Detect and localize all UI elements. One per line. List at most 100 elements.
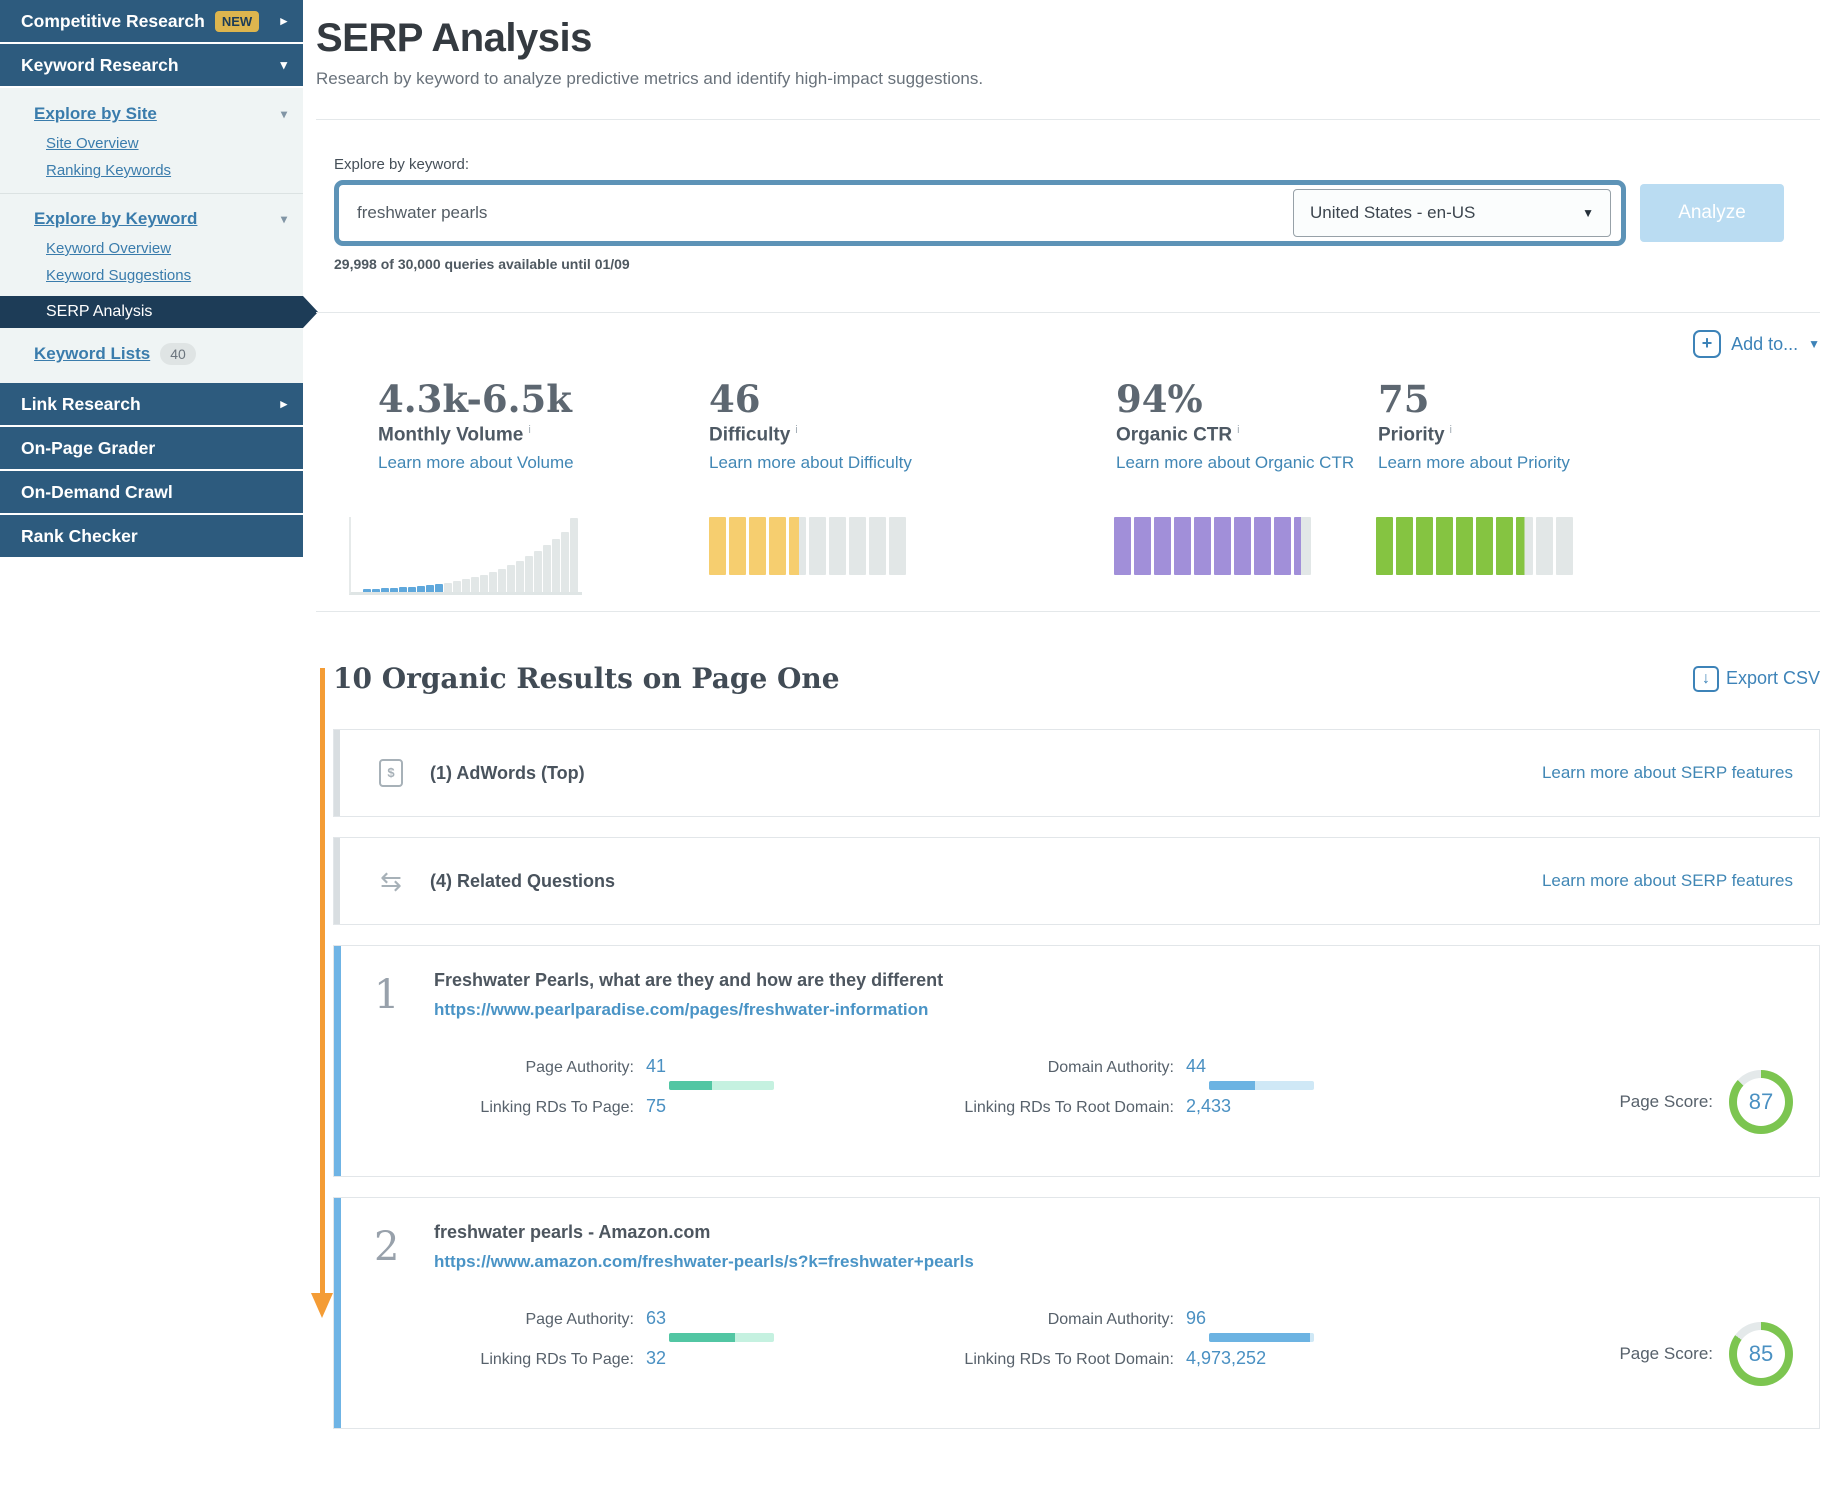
sidebar-item-serp-analysis-selected[interactable]: SERP Analysis (0, 296, 318, 328)
page-authority-bar (669, 1333, 774, 1342)
sidebar-item-keyword-research[interactable]: Keyword Research ▾ (0, 44, 303, 86)
info-icon[interactable]: i (528, 424, 530, 436)
add-to-row: + Add to... ▼ (316, 327, 1820, 361)
keyword-input[interactable] (357, 203, 1257, 223)
chevron-down-icon[interactable]: ▼ (1808, 337, 1820, 351)
chevron-right-icon: ▸ (280, 13, 287, 28)
chevron-down-icon[interactable]: ▾ (281, 212, 287, 226)
export-csv-label: Export CSV (1725, 668, 1820, 688)
sidebar-item-keyword-lists[interactable]: Keyword Lists 40 (0, 335, 303, 369)
domain-authority-label: Domain Authority: (1047, 1059, 1174, 1076)
sidebar-item-link-research[interactable]: Link Research ▸ (0, 383, 303, 425)
sidebar-item-ranking-keywords[interactable]: Ranking Keywords (0, 157, 303, 184)
divider (0, 193, 303, 194)
locale-selected-value: United States - en-US (1310, 203, 1476, 222)
explore-by-keyword-link[interactable]: Explore by Keyword (34, 209, 197, 229)
sidebar: Competitive Research NEW ▸ Keyword Resea… (0, 0, 318, 559)
learn-more-organic-ctr-link[interactable]: Learn more about Organic CTR (1116, 453, 1354, 473)
metric-monthly-volume: 4.3k-6.5k Monthly Volume i Learn more abo… (378, 377, 574, 473)
serp-analysis-label: SERP Analysis (46, 303, 153, 320)
difficulty-meter (709, 517, 906, 575)
results-header: 10 Organic Results on Page One ↓ Export … (333, 662, 1820, 695)
learn-more-serp-features-link[interactable]: Learn more about SERP features (1542, 871, 1793, 891)
page-score-gauge: 87 (1729, 1070, 1793, 1134)
metric-label: Difficulty i (709, 424, 798, 446)
result-rank: 2 (374, 1224, 400, 1270)
adwords-dollar-icon: $ (374, 759, 408, 787)
related-questions-arrows-icon: ⇆ (380, 865, 402, 896)
results-heading: 10 Organic Results on Page One (333, 662, 840, 695)
chevron-right-icon: ▸ (280, 396, 287, 411)
domain-authority-column: Domain Authority: 96 Linking RDs To Root … (874, 1308, 1374, 1369)
page-title: SERP Analysis (316, 16, 592, 60)
learn-more-volume-link[interactable]: Learn more about Volume (378, 453, 574, 473)
learn-more-difficulty-link[interactable]: Learn more about Difficulty (709, 453, 912, 473)
serp-feature-adwords-row: $ (1) AdWords (Top) Learn more about SER… (333, 729, 1820, 817)
analyze-button[interactable]: Analyze (1640, 184, 1784, 242)
chevron-down-icon: ▼ (1582, 206, 1594, 220)
learn-more-priority-link[interactable]: Learn more about Priority (1378, 453, 1570, 473)
add-to-button[interactable]: Add to... (1731, 334, 1798, 355)
sidebar-item-label: On-Page Grader (21, 437, 156, 458)
sidebar-item-site-overview[interactable]: Site Overview (0, 130, 303, 157)
domain-authority-column: Domain Authority: 44 Linking RDs To Root … (874, 1056, 1374, 1117)
page-authority-label: Page Authority: (525, 1311, 634, 1328)
sidebar-item-explore-by-keyword[interactable]: Explore by Keyword ▾ (0, 203, 303, 235)
sidebar-item-label: Link Research (21, 393, 141, 414)
page-score-value: 85 (1737, 1330, 1785, 1378)
linking-rds-root-label: Linking RDs To Root Domain: (964, 1351, 1174, 1368)
linking-rds-page-label: Linking RDs To Page: (480, 1351, 634, 1368)
metric-label: Monthly Volume i (378, 424, 531, 446)
info-icon[interactable]: i (1450, 424, 1452, 436)
sidebar-item-keyword-overview[interactable]: Keyword Overview (0, 235, 303, 262)
sidebar-item-on-page-grader[interactable]: On-Page Grader (0, 427, 303, 469)
organic-results-section: 10 Organic Results on Page One ↓ Export … (333, 662, 1820, 1429)
keyword-search-box[interactable]: United States - en-US ▼ (334, 180, 1626, 246)
page-score-label: Page Score: (1619, 1092, 1713, 1111)
result-title: freshwater pearls - Amazon.com (434, 1222, 711, 1242)
locale-select[interactable]: United States - en-US ▼ (1293, 189, 1611, 237)
info-icon[interactable]: i (1237, 424, 1239, 436)
main-content: SERP Analysis Research by keyword to ana… (316, 0, 1836, 1429)
result-content: freshwater pearls - Amazon.com https://w… (434, 1222, 1793, 1386)
result-url-link[interactable]: https://www.amazon.com/freshwater-pearls… (434, 1252, 1793, 1272)
sidebar-item-label: Competitive Research (21, 10, 205, 31)
page: Competitive Research NEW ▸ Keyword Resea… (0, 0, 1836, 1486)
sidebar-item-explore-by-site[interactable]: Explore by Site ▾ (0, 98, 303, 130)
page-score-gauge: 85 (1729, 1322, 1793, 1386)
sidebar-item-rank-checker[interactable]: Rank Checker (0, 515, 303, 557)
page-authority-column: Page Authority: 63 Linking RDs To Page: 32 (434, 1308, 834, 1369)
sidebar-item-competitive-research[interactable]: Competitive Research NEW ▸ (0, 0, 303, 42)
keyword-overview-link[interactable]: Keyword Overview (46, 240, 171, 257)
annotation-arrow-line (320, 668, 325, 1294)
new-badge: NEW (214, 10, 260, 32)
linking-rds-root-value: 4,973,252 (1186, 1348, 1267, 1368)
ranking-keywords-link[interactable]: Ranking Keywords (46, 162, 171, 179)
divider (316, 611, 1820, 612)
result-url-link[interactable]: https://www.pearlparadise.com/pages/fres… (434, 1000, 1793, 1020)
chevron-down-icon[interactable]: ▾ (281, 107, 287, 121)
chevron-down-icon: ▾ (280, 57, 287, 72)
sidebar-item-on-demand-crawl[interactable]: On-Demand Crawl (0, 471, 303, 513)
export-csv-button[interactable]: ↓ Export CSV (1692, 665, 1820, 692)
metric-difficulty: 46 Difficulty i Learn more about Difficul… (709, 377, 912, 473)
keyword-lists-link[interactable]: Keyword Lists (34, 344, 150, 364)
volume-histogram (349, 517, 582, 595)
page-authority-column: Page Authority: 41 Linking RDs To Page: 75 (434, 1056, 834, 1117)
sidebar-item-keyword-suggestions[interactable]: Keyword Suggestions (0, 262, 303, 289)
result-metrics: Page Authority: 41 Linking RDs To Page: 75… (434, 1056, 1793, 1134)
result-rank: 1 (374, 972, 400, 1018)
add-plus-icon[interactable]: + (1693, 330, 1722, 358)
page-subtitle: Research by keyword to analyze predictiv… (316, 69, 984, 88)
keyword-research-submenu: Explore by Site ▾ Site Overview Ranking … (0, 88, 318, 383)
keyword-lists-count-badge: 40 (160, 343, 196, 365)
explore-by-site-link[interactable]: Explore by Site (34, 104, 157, 124)
info-icon[interactable]: i (795, 424, 797, 436)
sidebar-item-label: Rank Checker (21, 525, 138, 546)
keyword-suggestions-link[interactable]: Keyword Suggestions (46, 267, 191, 284)
sidebar-item-label: On-Demand Crawl (21, 481, 173, 502)
site-overview-link[interactable]: Site Overview (46, 135, 139, 152)
linking-rds-page-value: 32 (646, 1348, 667, 1368)
page-score-column: Page Score: 85 (1619, 1322, 1793, 1386)
learn-more-serp-features-link[interactable]: Learn more about SERP features (1542, 763, 1793, 783)
